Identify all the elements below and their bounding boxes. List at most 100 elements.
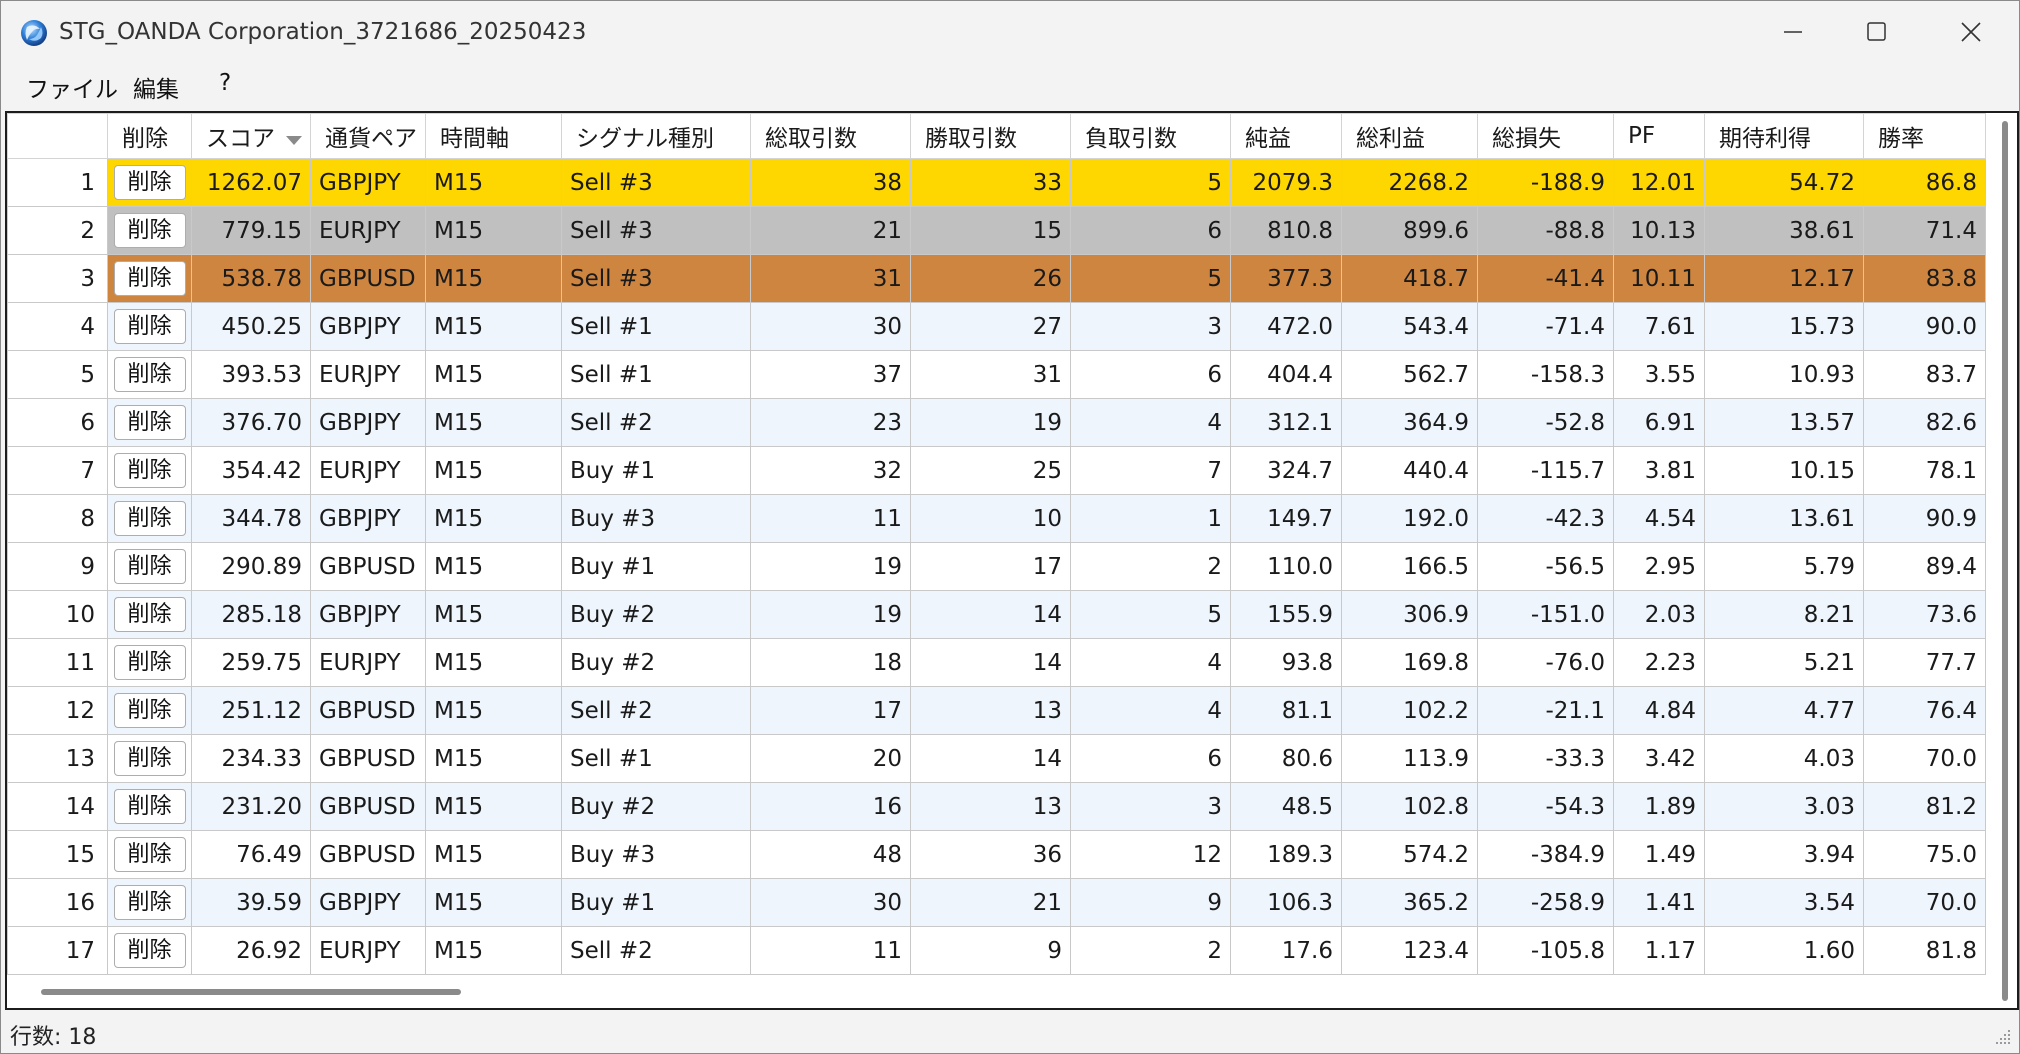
table-row[interactable]: 17 削除 26.92 EURJPY M15 Sell #2 11 9 2 17.6 123.4 -1… <box>7 926 1986 975</box>
cell-winning-trades[interactable]: 10 <box>910 494 1071 543</box>
table-row[interactable]: 14 削除 231.20 GBPUSD M15 Buy #2 16 13 3 48.5 102.8-… <box>7 782 1986 831</box>
row-number[interactable]: 8 <box>7 494 108 543</box>
cell-pf[interactable]: 2.23 <box>1613 638 1705 687</box>
menu-edit[interactable]: 編集 <box>133 70 179 104</box>
cell-total-trades[interactable]: 37 <box>750 350 911 399</box>
cell-gross-loss[interactable]: -56.5 <box>1477 542 1614 591</box>
cell-signal-type[interactable]: Buy #2 <box>561 638 751 687</box>
cell-win-rate[interactable]: 73.6 <box>1863 590 1986 639</box>
cell-losing-trades[interactable]: 7 <box>1070 446 1231 495</box>
table-row[interactable]: 9 削除 290.89 GBPUSD M15 Buy #1 19 17 2 110.0 166.5-… <box>7 542 1986 591</box>
cell-gross-profit[interactable]: 102.2 <box>1341 686 1478 735</box>
cell-pf[interactable]: 1.89 <box>1613 782 1705 831</box>
cell-signal-type[interactable]: Buy #1 <box>561 446 751 495</box>
cell-win-rate[interactable]: 82.6 <box>1863 398 1986 447</box>
horizontal-scrollbar-thumb[interactable] <box>41 989 461 995</box>
table-row[interactable]: 3 削除 538.78 GBPUSD M15 Sell #3 31 26 5 377.3 418.7… <box>7 254 1986 303</box>
delete-row-button[interactable]: 削除 <box>113 213 186 248</box>
cell-net-profit[interactable]: 106.3 <box>1230 878 1342 927</box>
cell-losing-trades[interactable]: 5 <box>1070 590 1231 639</box>
cell-total-trades[interactable]: 19 <box>750 590 911 639</box>
cell-net-profit[interactable]: 404.4 <box>1230 350 1342 399</box>
cell-pf[interactable]: 1.17 <box>1613 926 1705 975</box>
cell-pf[interactable]: 2.03 <box>1613 590 1705 639</box>
cell-timeframe[interactable]: M15 <box>425 158 562 207</box>
table-row[interactable]: 11 削除 259.75 EURJPY M15 Buy #2 18 14 4 93.8 169.8-… <box>7 638 1986 687</box>
cell-win-rate[interactable]: 90.9 <box>1863 494 1986 543</box>
resize-grip-icon[interactable] <box>1993 1027 2013 1047</box>
menu-help[interactable]: ? <box>219 70 231 96</box>
delete-row-button[interactable]: 削除 <box>113 549 186 584</box>
col-header-winning-trades[interactable]: 勝取引数 <box>910 113 1071 159</box>
cell-expected-payoff[interactable]: 15.73 <box>1704 302 1864 351</box>
cell-expected-payoff[interactable]: 4.77 <box>1704 686 1864 735</box>
cell-signal-type[interactable]: Sell #1 <box>561 302 751 351</box>
cell-win-rate[interactable]: 90.0 <box>1863 302 1986 351</box>
cell-expected-payoff[interactable]: 4.03 <box>1704 734 1864 783</box>
row-number[interactable]: 7 <box>7 446 108 495</box>
cell-score[interactable]: 344.78 <box>191 494 311 543</box>
cell-win-rate[interactable]: 83.7 <box>1863 350 1986 399</box>
cell-gross-profit[interactable]: 113.9 <box>1341 734 1478 783</box>
cell-signal-type[interactable]: Buy #3 <box>561 830 751 879</box>
cell-winning-trades[interactable]: 26 <box>910 254 1071 303</box>
cell-total-trades[interactable]: 48 <box>750 830 911 879</box>
cell-expected-payoff[interactable]: 1.60 <box>1704 926 1864 975</box>
cell-win-rate[interactable]: 89.4 <box>1863 542 1986 591</box>
cell-timeframe[interactable]: M15 <box>425 686 562 735</box>
col-header-gross-loss[interactable]: 総損失 <box>1477 113 1614 159</box>
delete-row-button[interactable]: 削除 <box>113 501 186 536</box>
row-number[interactable]: 5 <box>7 350 108 399</box>
cell-gross-profit[interactable]: 123.4 <box>1341 926 1478 975</box>
cell-pf[interactable]: 10.13 <box>1613 206 1705 255</box>
cell-signal-type[interactable]: Sell #3 <box>561 158 751 207</box>
cell-signal-type[interactable]: Buy #1 <box>561 878 751 927</box>
cell-timeframe[interactable]: M15 <box>425 302 562 351</box>
cell-net-profit[interactable]: 155.9 <box>1230 590 1342 639</box>
cell-expected-payoff[interactable]: 3.03 <box>1704 782 1864 831</box>
cell-pf[interactable]: 4.84 <box>1613 686 1705 735</box>
table-row[interactable]: 1 削除 1262.07 GBPJPY M15 Sell #3 38 33 5 2079.3 226… <box>7 158 1986 207</box>
cell-gross-profit[interactable]: 365.2 <box>1341 878 1478 927</box>
cell-net-profit[interactable]: 2079.3 <box>1230 158 1342 207</box>
cell-total-trades[interactable]: 17 <box>750 686 911 735</box>
corner-header[interactable] <box>7 113 108 159</box>
cell-score[interactable]: 76.49 <box>191 830 311 879</box>
cell-expected-payoff[interactable]: 5.21 <box>1704 638 1864 687</box>
cell-net-profit[interactable]: 324.7 <box>1230 446 1342 495</box>
cell-timeframe[interactable]: M15 <box>425 398 562 447</box>
vertical-scrollbar-thumb[interactable] <box>2002 121 2008 1001</box>
cell-currency-pair[interactable]: EURJPY <box>310 446 426 495</box>
cell-gross-loss[interactable]: -76.0 <box>1477 638 1614 687</box>
cell-net-profit[interactable]: 149.7 <box>1230 494 1342 543</box>
cell-timeframe[interactable]: M15 <box>425 350 562 399</box>
cell-expected-payoff[interactable]: 12.17 <box>1704 254 1864 303</box>
cell-pf[interactable]: 4.54 <box>1613 494 1705 543</box>
col-header-net-profit[interactable]: 純益 <box>1230 113 1342 159</box>
cell-pf[interactable]: 3.81 <box>1613 446 1705 495</box>
cell-score[interactable]: 538.78 <box>191 254 311 303</box>
cell-win-rate[interactable]: 76.4 <box>1863 686 1986 735</box>
cell-timeframe[interactable]: M15 <box>425 446 562 495</box>
cell-losing-trades[interactable]: 3 <box>1070 302 1231 351</box>
cell-total-trades[interactable]: 18 <box>750 638 911 687</box>
cell-gross-loss[interactable]: -88.8 <box>1477 206 1614 255</box>
cell-currency-pair[interactable]: GBPUSD <box>310 542 426 591</box>
cell-winning-trades[interactable]: 25 <box>910 446 1071 495</box>
cell-total-trades[interactable]: 32 <box>750 446 911 495</box>
cell-losing-trades[interactable]: 12 <box>1070 830 1231 879</box>
cell-gross-profit[interactable]: 574.2 <box>1341 830 1478 879</box>
cell-gross-loss[interactable]: -21.1 <box>1477 686 1614 735</box>
cell-currency-pair[interactable]: GBPJPY <box>310 398 426 447</box>
cell-losing-trades[interactable]: 4 <box>1070 398 1231 447</box>
cell-score[interactable]: 234.33 <box>191 734 311 783</box>
delete-row-button[interactable]: 削除 <box>113 405 186 440</box>
delete-row-button[interactable]: 削除 <box>113 741 186 776</box>
cell-currency-pair[interactable]: GBPJPY <box>310 590 426 639</box>
cell-currency-pair[interactable]: GBPJPY <box>310 302 426 351</box>
row-number[interactable]: 1 <box>7 158 108 207</box>
cell-gross-loss[interactable]: -151.0 <box>1477 590 1614 639</box>
cell-score[interactable]: 450.25 <box>191 302 311 351</box>
cell-currency-pair[interactable]: EURJPY <box>310 638 426 687</box>
cell-score[interactable]: 376.70 <box>191 398 311 447</box>
